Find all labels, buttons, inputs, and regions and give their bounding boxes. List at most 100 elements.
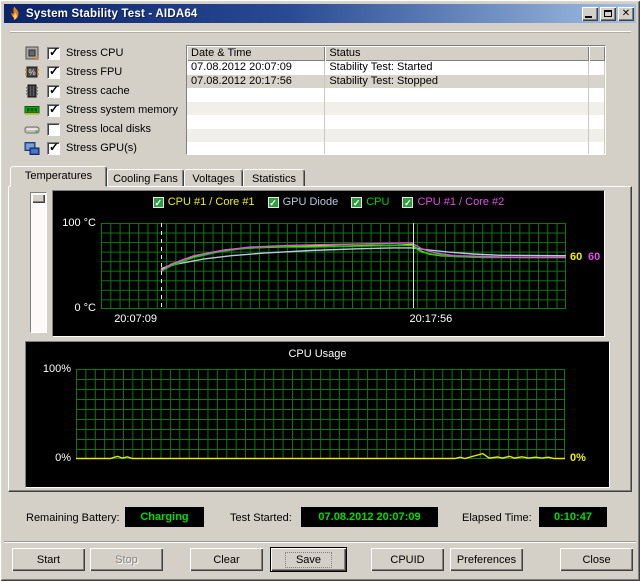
cell-spacer xyxy=(589,128,605,142)
elapsed-time-label: Elapsed Time: xyxy=(462,512,532,524)
table-header: Date & Time Status xyxy=(187,46,605,61)
stress-option-checkbox[interactable]: ✓ xyxy=(47,101,60,117)
cpu-icon xyxy=(24,45,40,61)
cell-datetime: 07.08.2012 20:17:56 xyxy=(187,74,326,88)
cell-status xyxy=(325,142,590,154)
table-row-empty[interactable] xyxy=(187,142,605,154)
legend-item: ✓ GPU Diode xyxy=(267,196,338,208)
button-label: Close xyxy=(582,553,611,566)
stress-option-checkbox[interactable]: ✓ xyxy=(47,44,60,60)
cell-status xyxy=(325,88,590,102)
check-mark: ✓ xyxy=(49,44,60,59)
cell-spacer xyxy=(589,88,605,102)
window-title: System Stability Test - AIDA64 xyxy=(26,7,198,20)
temperature-plot-area xyxy=(101,223,567,309)
stress-option-label: Stress FPU xyxy=(66,66,123,78)
stress-option-checkbox[interactable]: ✓ xyxy=(47,63,60,79)
column-header[interactable]: Status xyxy=(325,46,589,61)
tab-cooling-fans[interactable]: Cooling Fans xyxy=(107,169,184,187)
cpuid-button[interactable]: CPUID xyxy=(371,548,444,571)
table-row-empty[interactable] xyxy=(187,101,605,115)
clear-button[interactable]: Clear xyxy=(190,548,263,571)
check-mark: ✓ xyxy=(49,101,60,116)
column-header[interactable]: Date & Time xyxy=(187,46,325,61)
cell-datetime: 07.08.2012 20:07:09 xyxy=(187,61,326,75)
test-started-label: Test Started: xyxy=(230,512,292,524)
cell-status: Stability Test: Started xyxy=(325,61,590,75)
stress-option-row: ✓ Stress GPU(s) xyxy=(24,140,137,156)
stress-option-checkbox[interactable] xyxy=(47,122,60,136)
cell-spacer xyxy=(589,115,605,129)
maximize-button[interactable] xyxy=(600,6,616,21)
elapsed-time-value: 0:10:47 xyxy=(554,511,592,523)
stress-option-label: Stress system memory xyxy=(66,104,178,116)
button-label: CPUID xyxy=(390,553,425,566)
check-mark: ✓ xyxy=(49,63,60,78)
table-row-empty[interactable] xyxy=(187,128,605,142)
header-separator xyxy=(10,31,631,33)
cpu-y-min-label: 0% xyxy=(55,452,71,464)
event-log-table[interactable]: Date & Time Status 07.08.2012 20:07:09 Stab… xyxy=(186,45,606,155)
scrollbar-thumb[interactable] xyxy=(32,194,45,203)
maximize-icon xyxy=(604,10,612,17)
button-label: Clear xyxy=(213,553,240,566)
legend-checkbox[interactable]: ✓ xyxy=(267,196,279,208)
gpu-icon xyxy=(24,140,40,156)
tab-temperatures[interactable]: Temperatures xyxy=(10,166,107,187)
cpu-right-zero-label: 0% xyxy=(570,452,586,464)
close-button[interactable]: ✕ xyxy=(618,6,634,21)
cell-datetime xyxy=(187,142,326,154)
legend-item: ✓ CPU xyxy=(351,196,389,208)
button-bar-divider xyxy=(4,541,636,543)
cell-datetime xyxy=(187,88,326,102)
legend-item: ✓ CPU #1 / Core #2 xyxy=(402,196,504,208)
legend-checkbox[interactable]: ✓ xyxy=(351,196,363,208)
cell-status xyxy=(325,128,590,142)
table-row-empty[interactable] xyxy=(187,115,605,129)
temp-y-min-label: 0 °C xyxy=(74,302,96,314)
button-label: Start xyxy=(36,553,61,566)
test-started-value-box: 07.08.2012 20:07:09 xyxy=(301,507,438,527)
stress-option-checkbox[interactable]: ✓ xyxy=(47,140,60,155)
cell-spacer xyxy=(589,74,605,88)
preferences-button[interactable]: Preferences xyxy=(450,548,523,571)
legend-item: ✓ CPU #1 / Core #1 xyxy=(152,196,255,208)
table-row-empty[interactable] xyxy=(187,88,605,102)
titlebar-buttons: ✕ xyxy=(582,6,634,21)
stress-option-label: Stress local disks xyxy=(66,123,151,135)
cpu-usage-plot-area xyxy=(76,369,565,460)
table-row[interactable]: 07.08.2012 20:17:56 Stability Test: Stopp… xyxy=(187,74,605,88)
temp-y-max-label: 100 °C xyxy=(62,217,96,229)
button-label: Stop xyxy=(115,553,138,566)
stress-option-checkbox[interactable]: ✓ xyxy=(47,82,60,98)
fpu-icon: % xyxy=(24,64,40,80)
stress-option-row: % ✓ Stress FPU xyxy=(24,64,122,80)
table-row[interactable]: 07.08.2012 20:07:09 Stability Test: Start… xyxy=(187,61,605,75)
temperature-legend: ✓ CPU #1 / Core #1 ✓ GPU Diode ✓ CPU ✓ CPU #1 /… xyxy=(53,196,604,208)
minimize-button[interactable] xyxy=(582,6,598,21)
stress-option-row: Stress local disks xyxy=(24,121,151,137)
disk-icon xyxy=(24,121,40,137)
legend-checkbox[interactable]: ✓ xyxy=(152,196,164,208)
cell-status xyxy=(325,101,590,115)
battery-label: Remaining Battery: xyxy=(26,512,120,524)
legend-checkbox[interactable]: ✓ xyxy=(402,196,414,208)
legend-label: CPU #1 / Core #1 xyxy=(167,196,255,208)
save-button[interactable]: Save xyxy=(270,547,347,572)
temperature-chart: ✓ CPU #1 / Core #1 ✓ GPU Diode ✓ CPU ✓ CPU #1 /… xyxy=(52,190,605,337)
test-started-value: 07.08.2012 20:07:09 xyxy=(318,511,421,523)
chart-vertical-scrollbar[interactable] xyxy=(30,192,47,333)
cell-status xyxy=(325,115,590,129)
tab-voltages[interactable]: Voltages xyxy=(184,169,243,187)
start-button[interactable]: Start xyxy=(12,548,85,571)
column-header-spacer[interactable] xyxy=(589,46,605,61)
legend-label: CPU #1 / Core #2 xyxy=(417,196,505,208)
titlebar: System Stability Test - AIDA64 ✕ xyxy=(4,4,636,23)
close-button[interactable]: Close xyxy=(560,548,633,571)
series-end-value: 60 xyxy=(588,251,601,263)
svg-text:%: % xyxy=(28,68,35,77)
battery-value-box: Charging xyxy=(125,507,204,527)
cell-datetime xyxy=(187,115,326,129)
check-mark: ✓ xyxy=(49,82,60,97)
tab-statistics[interactable]: Statistics xyxy=(243,169,305,187)
